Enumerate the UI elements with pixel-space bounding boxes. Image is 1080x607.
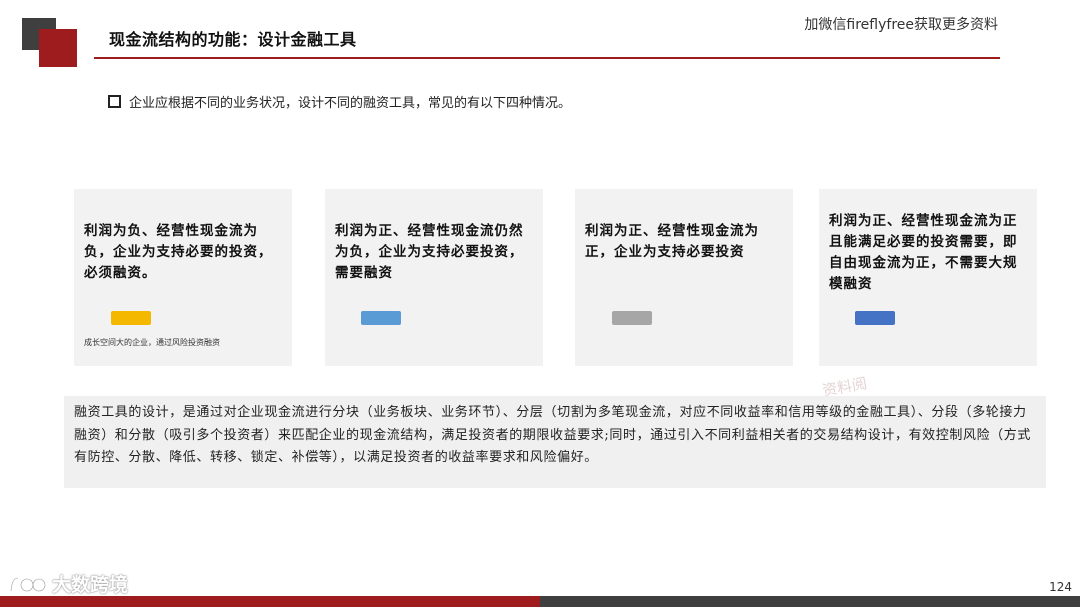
case-card-2-color-bar bbox=[361, 311, 401, 325]
slide-title: 现金流结构的功能：设计金融工具 bbox=[109, 30, 357, 49]
case-card-4-color-bar bbox=[855, 311, 895, 325]
case-card-3: 利润为正、经营性现金流为正，企业为支持必要投资 bbox=[575, 189, 793, 366]
intro-bullet: 企业应根据不同的业务状况，设计不同的融资工具，常见的有以下四种情况。 bbox=[108, 92, 571, 111]
brand-name: 大数跨境 bbox=[52, 574, 129, 596]
case-card-1: 利润为负、经营性现金流为负，企业为支持必要的投资，必须融资。 成长空间大的企业，… bbox=[74, 189, 292, 366]
case-card-2-text: 利润为正、经营性现金流仍然为负，企业为支持必要投资，需要融资 bbox=[335, 223, 524, 281]
case-card-1-text: 利润为负、经营性现金流为负，企业为支持必要的投资，必须融资。 bbox=[84, 223, 273, 281]
page-number: 124 bbox=[1049, 580, 1072, 594]
footer-dark-bar bbox=[540, 596, 1080, 607]
summary-text: 融资工具的设计，是通过对企业现金流进行分块（业务板块、业务环节）、分层（切割为多… bbox=[74, 405, 1031, 465]
intro-text: 企业应根据不同的业务状况，设计不同的融资工具，常见的有以下四种情况。 bbox=[129, 96, 572, 111]
case-card-1-note: 成长空间大的企业，通过风险投资融资 bbox=[84, 338, 220, 347]
wechat-note: 加微信fireflyfree获取更多资料 bbox=[804, 17, 998, 33]
case-card-2: 利润为正、经营性现金流仍然为负，企业为支持必要投资，需要融资 bbox=[325, 189, 543, 366]
case-card-4-text: 利润为正、经营性现金流为正且能满足必要的投资需要，即自由现金流为正，不需要大规模… bbox=[829, 213, 1018, 292]
brand-watermark: 大数跨境 bbox=[8, 570, 128, 597]
case-card-3-text: 利润为正、经营性现金流为正，企业为支持必要投资 bbox=[585, 223, 759, 260]
case-card-1-color-bar bbox=[111, 311, 151, 325]
summary-box: 融资工具的设计，是通过对企业现金流进行分块（业务板块、业务环节）、分层（切割为多… bbox=[64, 396, 1046, 488]
brand-logo-icon bbox=[9, 576, 47, 592]
footer-red-bar bbox=[0, 596, 540, 607]
square-bullet-icon bbox=[108, 95, 121, 108]
case-card-4: 利润为正、经营性现金流为正且能满足必要的投资需要，即自由现金流为正，不需要大规模… bbox=[819, 189, 1037, 366]
title-rule bbox=[94, 57, 1000, 59]
case-card-3-color-bar bbox=[612, 311, 652, 325]
logo-red-square bbox=[39, 29, 77, 67]
